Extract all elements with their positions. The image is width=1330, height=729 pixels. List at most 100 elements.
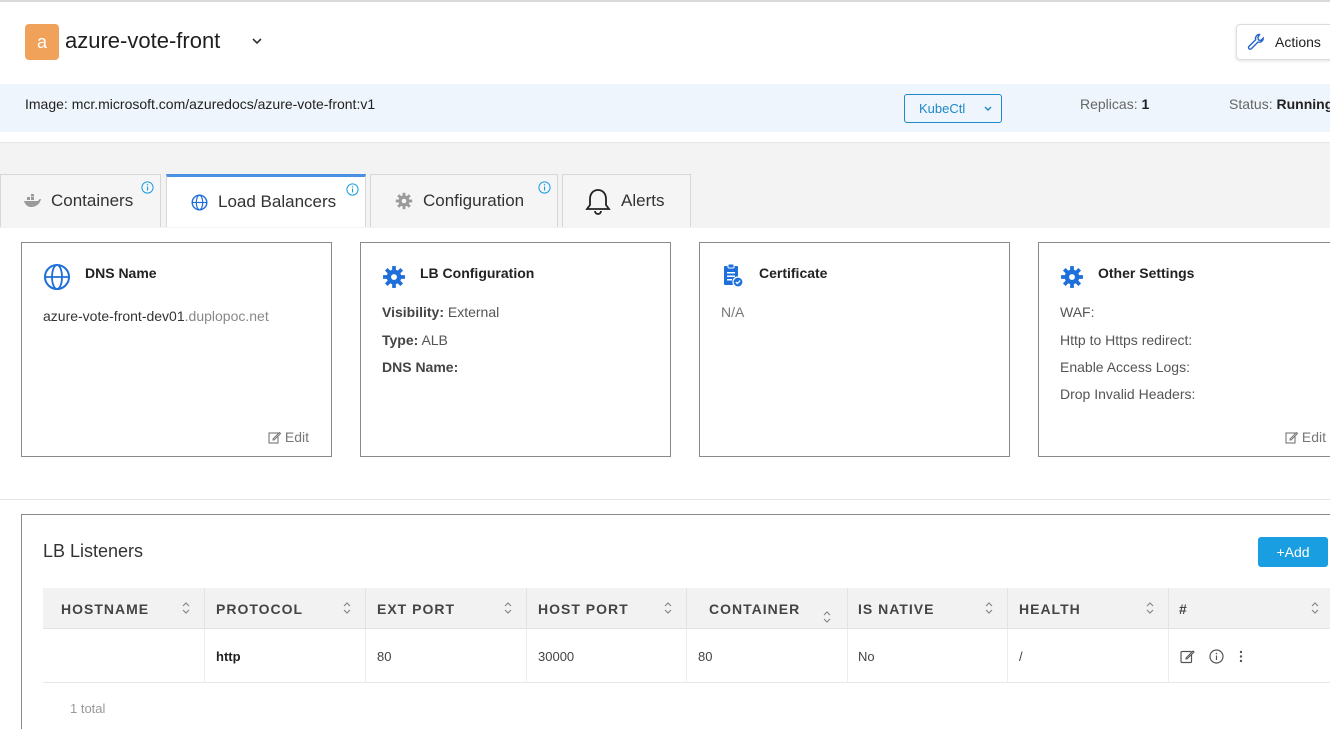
column-label: EXT PORT [377, 600, 456, 617]
table-row: http 80 30000 80 No / [43, 629, 1330, 683]
edit-icon [268, 431, 281, 444]
dns-name-card: DNS Name azure-vote-front-dev01.duplopoc… [21, 242, 332, 457]
tab-containers[interactable]: Containers [0, 174, 161, 227]
gear-icon [1061, 266, 1083, 288]
certificate-icon [724, 263, 744, 288]
column-header-actions[interactable]: # [1168, 588, 1330, 629]
edit-icon[interactable] [1180, 649, 1195, 664]
kubectl-label: KubeCtl [919, 101, 966, 116]
chevron-down-icon[interactable] [250, 34, 264, 48]
sort-icon [664, 602, 672, 614]
cell-actions [1168, 629, 1330, 683]
column-header-host-port[interactable]: HOST PORT [526, 588, 686, 629]
sort-icon [985, 602, 993, 614]
column-label: PROTOCOL [216, 600, 304, 617]
type-value: ALB [421, 332, 448, 348]
cell-container: 80 [686, 629, 847, 683]
section-divider [0, 499, 1330, 500]
status-info: Status: Running [1229, 96, 1330, 112]
cell-host-port: 30000 [526, 629, 686, 683]
app-avatar: a [25, 24, 59, 60]
cell-hostname [43, 629, 204, 683]
replicas-info: Replicas: 1 [1080, 96, 1149, 112]
edit-button[interactable]: Edit [1285, 429, 1326, 445]
dns-host-suffix: .duplopoc.net [184, 308, 269, 324]
card-title: LB Configuration [420, 265, 535, 281]
replicas-label: Replicas: [1080, 96, 1138, 112]
column-label: # [1179, 600, 1188, 617]
replicas-value: 1 [1141, 96, 1150, 112]
column-header-hostname[interactable]: HOSTNAME [43, 588, 204, 629]
gear-icon [383, 266, 405, 288]
sort-icon [823, 611, 831, 623]
section-title: LB Listeners [43, 541, 144, 561]
type-label: Type: [382, 332, 419, 348]
edit-button[interactable]: Edit [268, 429, 309, 445]
sort-icon [1146, 602, 1154, 614]
access-logs-row: Enable Access Logs: [1060, 359, 1190, 375]
globe-icon [191, 193, 208, 211]
total-count: 1 total [70, 701, 106, 716]
info-icon[interactable] [1209, 648, 1224, 664]
listeners-table: HOSTNAME PROTOCOL EXT PORT HOST PORT CON… [43, 588, 1330, 683]
info-icon[interactable] [346, 183, 359, 196]
visibility-row: Visibility: External [382, 304, 499, 320]
tab-configuration[interactable]: Configuration [370, 174, 558, 227]
globe-icon [44, 264, 70, 290]
column-header-protocol[interactable]: PROTOCOL [204, 588, 365, 629]
bell-icon [585, 187, 611, 215]
more-vertical-icon[interactable] [1238, 649, 1244, 664]
sort-icon [343, 602, 351, 614]
info-icon[interactable] [538, 181, 551, 194]
cell-protocol: http [204, 629, 365, 683]
edit-icon [1285, 431, 1298, 444]
status-value: Running [1276, 96, 1330, 112]
tab-load-balancers[interactable]: Load Balancers [166, 174, 366, 227]
certificate-card: Certificate N/A [699, 242, 1010, 457]
column-header-health[interactable]: HEALTH [1007, 588, 1168, 629]
card-title: DNS Name [85, 265, 157, 281]
lb-configuration-card: LB Configuration Visibility: External Ty… [360, 242, 671, 457]
type-row: Type: ALB [382, 332, 448, 348]
visibility-value: External [447, 304, 500, 320]
column-label: IS NATIVE [858, 600, 935, 617]
actions-label: Actions [1275, 34, 1321, 50]
actions-button[interactable]: Actions [1236, 24, 1330, 60]
sort-icon [182, 602, 190, 614]
dns-name-row: DNS Name: [382, 359, 458, 375]
add-listener-button[interactable]: +Add [1258, 537, 1328, 567]
column-label: HOST PORT [538, 600, 629, 617]
app-header: a azure-vote-front Actions [0, 2, 1330, 84]
tab-alerts[interactable]: Alerts [562, 174, 691, 227]
docker-icon [23, 194, 41, 208]
http-redirect-row: Http to Https redirect: [1060, 332, 1193, 348]
column-label: HEALTH [1019, 600, 1081, 617]
status-label: Status: [1229, 96, 1273, 112]
cell-ext-port: 80 [365, 629, 526, 683]
column-header-is-native[interactable]: IS NATIVE [847, 588, 1007, 629]
edit-label: Edit [284, 429, 309, 445]
tab-label: Containers [51, 191, 134, 210]
other-settings-card: Other Settings WAF: Http to Https redire… [1038, 242, 1330, 457]
tab-label: Alerts [621, 191, 665, 210]
cell-health: / [1007, 629, 1168, 683]
table-header: HOSTNAME PROTOCOL EXT PORT HOST PORT CON… [43, 588, 1330, 629]
kubectl-dropdown[interactable]: KubeCtl [904, 94, 1002, 123]
edit-label: Edit [1301, 429, 1326, 445]
visibility-label: Visibility: [382, 304, 444, 320]
column-header-container[interactable]: CONTAINER [686, 588, 847, 629]
dns-host-prefix: azure-vote-front-dev01 [43, 308, 185, 324]
card-title: Other Settings [1098, 265, 1195, 281]
drop-headers-row: Drop Invalid Headers: [1060, 386, 1196, 402]
chevron-down-icon [984, 106, 992, 111]
app-title[interactable]: azure-vote-front [65, 28, 220, 54]
column-header-ext-port[interactable]: EXT PORT [365, 588, 526, 629]
sort-icon [1311, 602, 1319, 614]
lb-listeners-panel: LB Listeners +Add HOSTNAME PROTOCOL EXT … [21, 514, 1330, 729]
info-icon[interactable] [141, 181, 154, 194]
card-title: Certificate [759, 265, 828, 281]
dns-name-label: DNS Name: [382, 359, 459, 375]
column-label: CONTAINER [709, 600, 801, 617]
tab-label: Load Balancers [218, 192, 337, 211]
info-strip: Image: mcr.microsoft.com/azuredocs/azure… [0, 84, 1330, 132]
